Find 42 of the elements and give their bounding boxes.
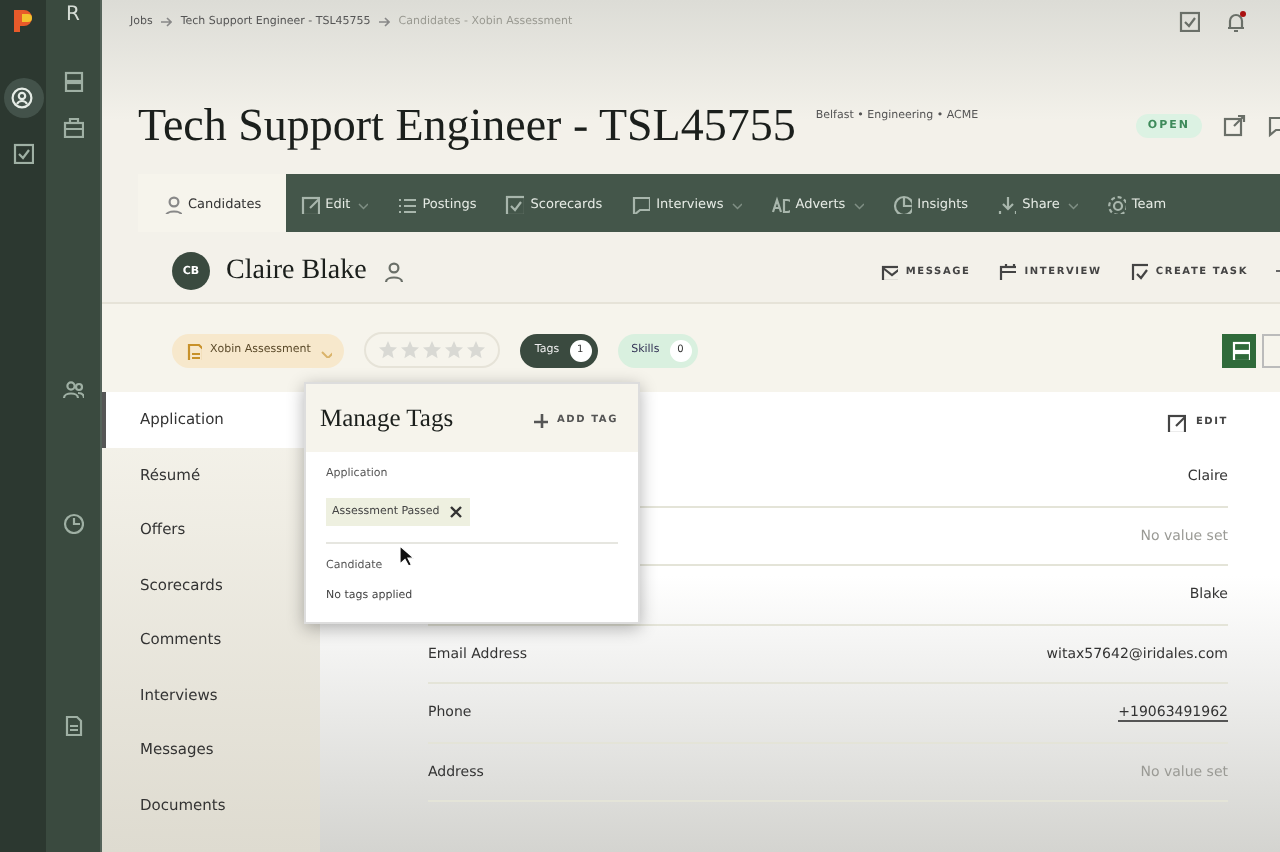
star-icon bbox=[444, 340, 465, 360]
arrow-right-icon bbox=[160, 16, 173, 28]
stack-icon[interactable] bbox=[62, 70, 84, 92]
edit-icon bbox=[1165, 412, 1186, 432]
arrow-right-icon bbox=[378, 16, 391, 28]
mouse-cursor-icon bbox=[398, 544, 416, 568]
document-icon[interactable] bbox=[62, 714, 84, 736]
checkbox-icon bbox=[1129, 262, 1148, 280]
layout-toggle-button[interactable] bbox=[1222, 333, 1256, 367]
external-edit-icon[interactable] bbox=[1222, 114, 1246, 138]
checkbox-icon bbox=[504, 193, 525, 213]
assessment-icon bbox=[184, 341, 202, 359]
star-icon bbox=[378, 340, 399, 360]
briefcase-icon[interactable] bbox=[62, 116, 84, 138]
star-icon bbox=[422, 340, 443, 360]
star-icon bbox=[466, 340, 487, 360]
candidate-search-icon[interactable] bbox=[10, 85, 36, 111]
person-icon bbox=[162, 193, 182, 213]
task-check-icon[interactable] bbox=[1178, 10, 1200, 32]
people-icon[interactable] bbox=[62, 378, 84, 400]
notification-bell-icon[interactable] bbox=[1224, 10, 1248, 34]
speech-bubble-icon bbox=[630, 193, 651, 213]
ad-icon bbox=[769, 193, 790, 213]
edit-icon bbox=[299, 193, 320, 213]
close-icon[interactable] bbox=[447, 504, 464, 520]
download-icon bbox=[996, 193, 1017, 213]
envelope-icon bbox=[879, 262, 898, 280]
rows-icon bbox=[1229, 340, 1249, 360]
calendar-icon bbox=[998, 262, 1017, 280]
plus-icon bbox=[532, 411, 549, 427]
workspace-letter[interactable]: R bbox=[66, 4, 80, 26]
star-icon bbox=[400, 340, 421, 360]
logo-icon[interactable] bbox=[9, 6, 37, 34]
gear-icon bbox=[1105, 193, 1126, 213]
person-icon[interactable] bbox=[382, 260, 405, 282]
job-title: Tech Support Engineer - TSL45755 bbox=[138, 100, 796, 152]
candidate-name: Claire Blake bbox=[226, 255, 367, 287]
star-rating[interactable] bbox=[364, 332, 501, 368]
clipboard-icon[interactable] bbox=[12, 142, 34, 164]
popup-title: Manage Tags bbox=[320, 404, 454, 434]
clock-icon[interactable] bbox=[62, 512, 84, 534]
pie-chart-icon bbox=[891, 193, 912, 213]
